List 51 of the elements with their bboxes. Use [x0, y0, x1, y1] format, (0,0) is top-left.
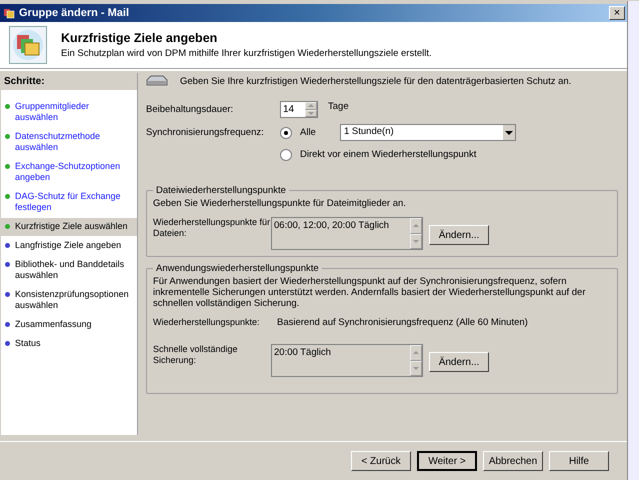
wizard-button[interactable]: Hilfe: [549, 451, 609, 471]
points-value: Basierend auf Synchronisierungsfrequenz (Alle 60 Minuten): [277, 317, 528, 328]
frequency-dropdown[interactable]: 1 Stunde(n): [340, 124, 516, 141]
wizard-button[interactable]: Weiter >: [417, 451, 477, 471]
step-item[interactable]: Zusammenfassung: [1, 316, 137, 334]
down-arrow-icon[interactable]: [413, 366, 419, 370]
points-label: Wiederherstellungspunkte für Dateien:: [153, 217, 271, 239]
step-item[interactable]: DAG-Schutz für Exchange festlegen: [1, 188, 137, 217]
unit-label: Tage: [328, 101, 349, 112]
page-subtitle: Ein Schutzplan wird von DPM mithilfe Ihrer kurzfristigen Wiederherstellungsziele erstellt.: [61, 48, 432, 59]
points-label: Wiederherstellungspunkte:: [153, 317, 261, 328]
down-arrow-icon[interactable]: [413, 240, 419, 243]
schedule-list[interactable]: 20:00 Täglich: [271, 344, 423, 377]
intro-text: Geben Sie Ihre kurzfristigen Wiederherstellungsziele für den datenträgerbasierten Schutz an.: [180, 76, 572, 86]
retention-label: Beibehaltungsdauer:: [146, 103, 234, 115]
group-title: Anwendungswiederherstellungspunkte: [155, 263, 320, 274]
up-arrow-icon[interactable]: [413, 351, 419, 354]
down-arrow-icon[interactable]: [308, 112, 314, 115]
step-item[interactable]: Kurzfristige Ziele auswählen: [1, 218, 137, 236]
app-icon: [3, 7, 15, 19]
up-arrow-icon[interactable]: [308, 104, 314, 108]
change-button[interactable]: Ändern...: [429, 225, 489, 245]
retention-spinner[interactable]: 14: [280, 101, 318, 118]
disk-drive-icon: [146, 75, 168, 87]
dropdown-arrow-icon[interactable]: [505, 130, 513, 134]
sync-label: Synchronisierungsfrequenz:: [146, 126, 265, 138]
group-title: Dateiwiederherstellungspunkte: [155, 185, 287, 196]
group-description: Geben Sie Wiederherstellungspunkte für Dateimitglieder an.: [153, 198, 407, 209]
wizard-button[interactable]: Abbrechen: [483, 451, 543, 471]
close-button[interactable]: ×: [609, 6, 625, 20]
radio-button[interactable]: [280, 126, 292, 138]
step-item[interactable]: Status: [1, 335, 137, 353]
step-item[interactable]: Konsistenzprüfungsoptionen auswählen: [1, 286, 137, 315]
step-item[interactable]: Exchange-Schutzoptionen angeben: [1, 158, 137, 187]
step-item[interactable]: Bibliothek- und Banddetails auswählen: [1, 256, 137, 285]
up-arrow-icon[interactable]: [413, 224, 419, 228]
step-item[interactable]: Gruppenmitglieder auswählen: [1, 98, 137, 127]
full-backup-label: Schnelle vollständige Sicherung:: [153, 344, 239, 366]
window-title: Gruppe ändern - Mail: [19, 7, 130, 19]
wizard-button[interactable]: < Zurück: [351, 451, 411, 471]
change-button[interactable]: Ändern...: [429, 352, 489, 372]
steps-heading: Schritte:: [1, 73, 137, 90]
folders-icon: [9, 26, 47, 64]
step-item[interactable]: Datenschutzmethode auswählen: [1, 128, 137, 157]
radio-button[interactable]: [280, 148, 292, 160]
group-description: Für Anwendungen basiert der Wiederherstellungspunkt auf der Synchronisierungsfrequenz, sofern inkrementelle Sicherungen unterstützt werden. Andernfalls basiert der Wiederherstellungspunkt auf der schnellen vollständigen Sicherung.: [153, 276, 586, 309]
radio-label: Alle: [300, 127, 317, 138]
page-title: Kurzfristige Ziele angeben: [61, 31, 218, 45]
schedule-list[interactable]: 06:00, 12:00, 20:00 Täglich: [271, 217, 423, 250]
step-item[interactable]: Langfristige Ziele angeben: [1, 237, 137, 255]
radio-label: Direkt vor einem Wiederherstellungspunkt: [300, 149, 476, 160]
